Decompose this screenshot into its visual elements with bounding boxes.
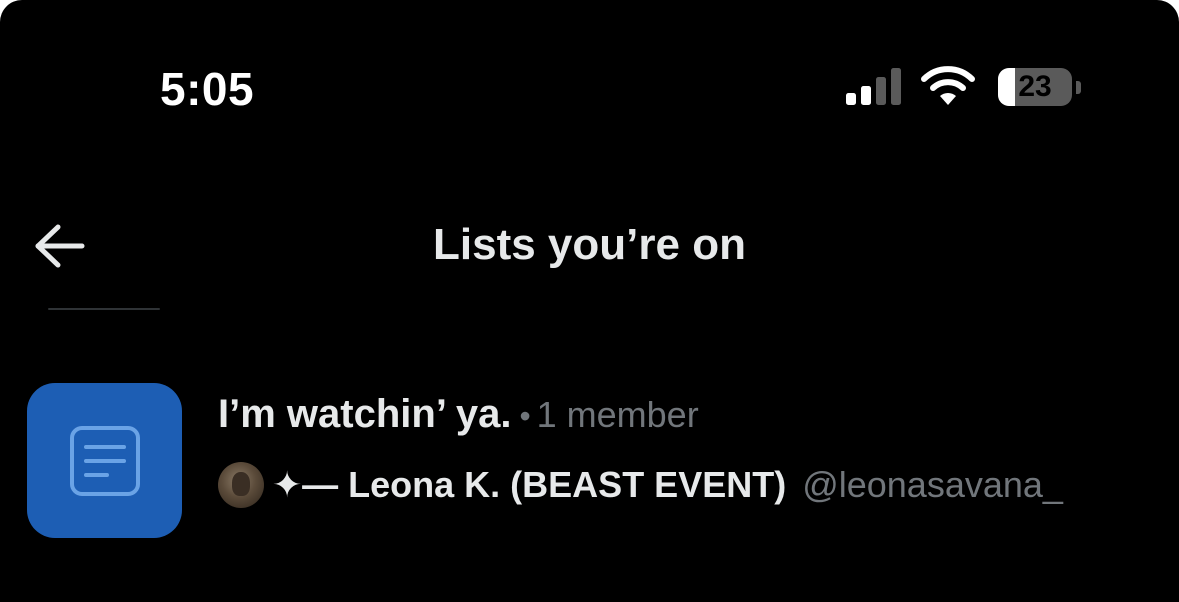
page-title: Lists you’re on	[433, 220, 746, 269]
member-count[interactable]: 1 member	[537, 394, 699, 435]
cellular-signal-icon	[846, 68, 901, 105]
battery-percentage: 23	[1018, 70, 1052, 103]
app-screen: 5:05 23 Lists you’re on I’m watchin’ ya.…	[0, 0, 1179, 602]
battery-icon: 23	[998, 68, 1072, 106]
tab-indicator	[48, 308, 160, 310]
list-item[interactable]: I’m watchin’ ya. • 1 member ✦— Leona K. (B…	[0, 370, 1179, 560]
avatar[interactable]	[218, 462, 264, 508]
battery-cap	[1076, 81, 1081, 94]
list-title-row: I’m watchin’ ya. • 1 member	[218, 392, 699, 437]
wifi-icon	[921, 66, 975, 105]
status-time: 5:05	[160, 63, 255, 115]
owner-handle[interactable]: @leonasavana_	[802, 464, 1063, 506]
owner-display-name[interactable]: ✦— Leona K. (BEAST EVENT)	[272, 464, 786, 506]
list-thumbnail	[27, 383, 182, 538]
separator-dot: •	[519, 398, 531, 434]
list-name: I’m watchin’ ya.	[218, 392, 512, 436]
list-owner-row[interactable]: ✦— Leona K. (BEAST EVENT) @leonasavana_	[218, 462, 1063, 508]
list-document-icon	[69, 425, 140, 496]
